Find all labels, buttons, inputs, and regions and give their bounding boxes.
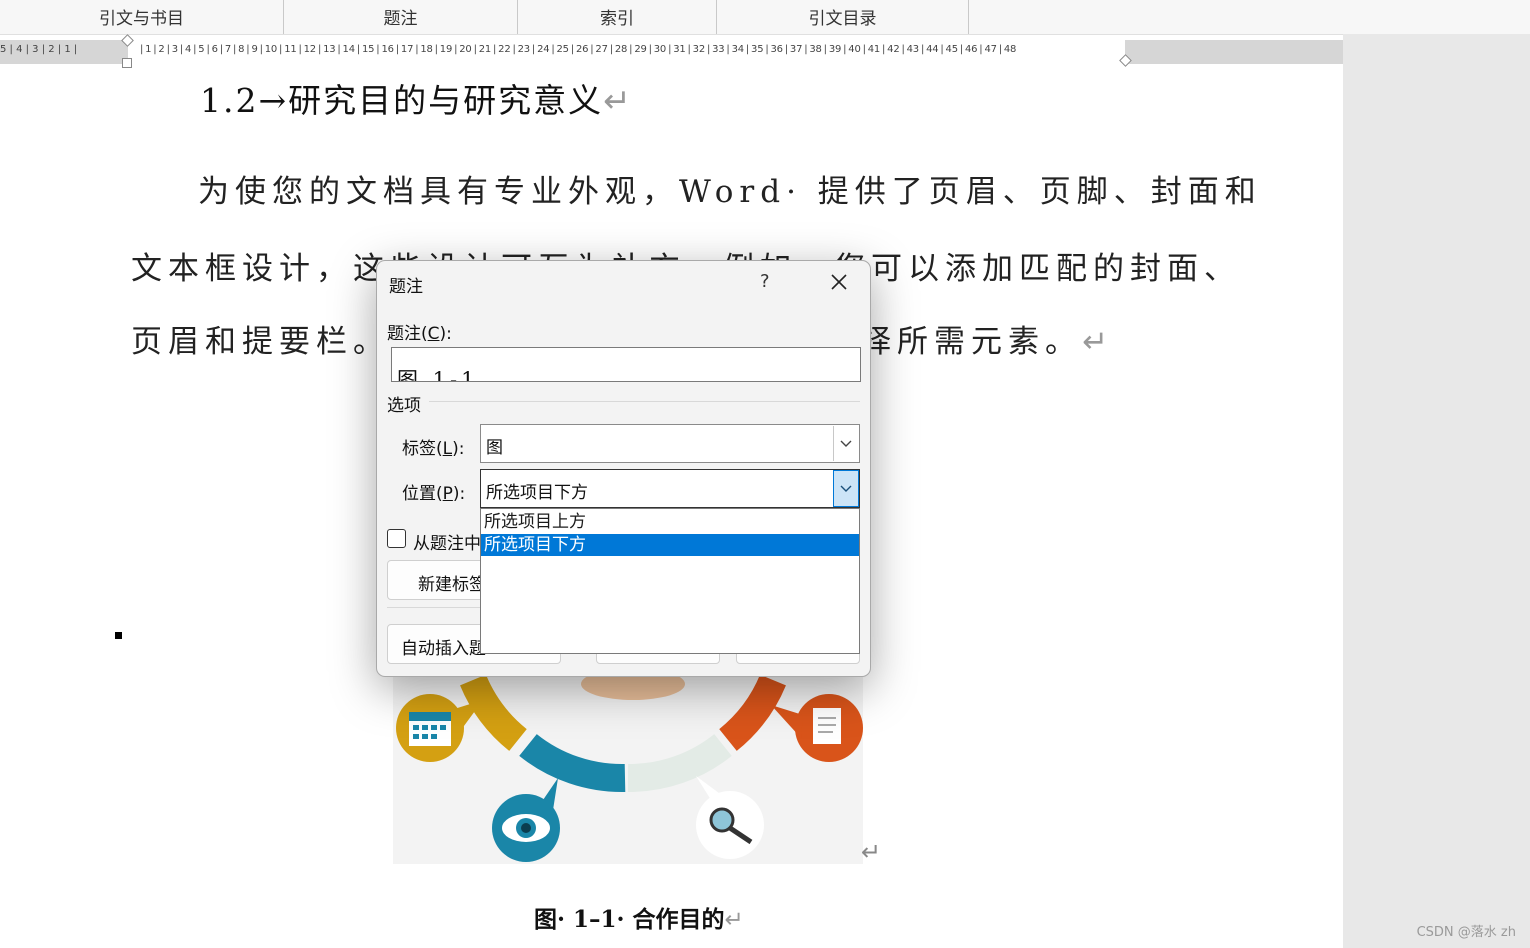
close-icon	[831, 274, 847, 290]
position-select[interactable]: 所选项目下方	[480, 469, 860, 508]
chevron-down-icon	[840, 440, 852, 447]
left-indent-marker[interactable]	[122, 58, 132, 68]
close-button[interactable]	[825, 268, 853, 296]
caption-text-value: 图 1-1	[397, 368, 479, 382]
ring-segment-light	[627, 733, 732, 793]
ribbon-group-captions: 题注	[284, 0, 518, 34]
document-heading[interactable]: 1.2→研究目的与研究意义↵	[200, 74, 633, 122]
ring-segment-orange	[718, 674, 786, 751]
help-button[interactable]: ?	[760, 271, 770, 292]
dropdown-option-above[interactable]: 所选项目上方	[481, 511, 859, 533]
ring-segment-yellow	[460, 674, 528, 751]
horizontal-ruler[interactable]: 5 | 4 | 3 | 2 | 1 | | 1 | 2 | 3 | 4 | 5 …	[0, 34, 1343, 68]
heading-text: 1.2→研究目的与研究意义	[200, 81, 604, 120]
paragraph-mark: ↵	[603, 81, 633, 120]
figure-caption-text: 图· 1–1· 合作目的	[534, 906, 725, 933]
dropdown-option-below[interactable]: 所选项目下方	[481, 534, 859, 556]
position-field-label: 位置(P):	[402, 484, 466, 504]
ribbon-group-table-of-authorities: 引文目录	[717, 0, 969, 34]
ribbon-group-labels: 引文与书目 题注 索引 引文目录	[0, 0, 1530, 35]
position-select-value: 所选项目下方	[486, 483, 588, 503]
ruler-numbers: | 1 | 2 | 3 | 4 | 5 | 6 | 7 | 8 | 9 | 10…	[140, 44, 1017, 55]
label-select[interactable]: 图	[480, 424, 860, 463]
label-select-value: 图	[486, 438, 503, 458]
magnifier-icon	[709, 807, 735, 833]
figure-caption[interactable]: 图· 1–1· 合作目的↵	[534, 900, 744, 934]
ribbon-group-citations: 引文与书目	[0, 0, 284, 34]
caption-text-input[interactable]: 图 1-1	[391, 347, 861, 382]
position-select-arrow[interactable]	[833, 470, 859, 507]
paragraph-line-1[interactable]: 为使您的文档具有专业外观，Word· 提供了页眉、页脚、封面和	[198, 166, 1262, 211]
ruler-left-numbers: 5 | 4 | 3 | 2 | 1 |	[0, 44, 78, 55]
caption-dialog: 题注 ? 题注(C): 图 1-1 选项 标签(L): 图 位置(P): 所选项…	[376, 260, 871, 677]
caption-field-label: 题注(C):	[387, 324, 452, 344]
document-gutter	[1343, 34, 1530, 948]
anchor-marker	[115, 632, 122, 639]
paragraph-mark: ↵	[724, 907, 744, 933]
cooperation-figure[interactable]	[393, 660, 863, 864]
paragraph-line-3-right-text: 择所需元素。	[860, 324, 1082, 360]
dialog-title: 题注	[389, 277, 423, 297]
ribbon-group-index: 索引	[518, 0, 717, 34]
position-dropdown-list: 所选项目上方 所选项目下方	[480, 508, 860, 654]
exclude-label-checkbox[interactable]	[387, 529, 406, 548]
options-group-heading: 选项	[387, 396, 421, 416]
figure-illustration	[396, 668, 863, 862]
label-field-label: 标签(L):	[402, 439, 465, 459]
paragraph-mark: ↵	[1082, 324, 1114, 360]
options-divider	[429, 401, 860, 402]
ring-segment-teal	[519, 733, 626, 793]
exclude-label-text: 从题注中	[413, 534, 481, 554]
chevron-down-icon	[840, 485, 852, 492]
label-select-arrow[interactable]	[833, 426, 858, 461]
figure-paragraph-mark: ↵	[861, 838, 882, 866]
watermark: CSDN @落水 zh	[1416, 925, 1516, 940]
paragraph-line-3-right[interactable]: 择所需元素。↵	[860, 316, 1114, 361]
